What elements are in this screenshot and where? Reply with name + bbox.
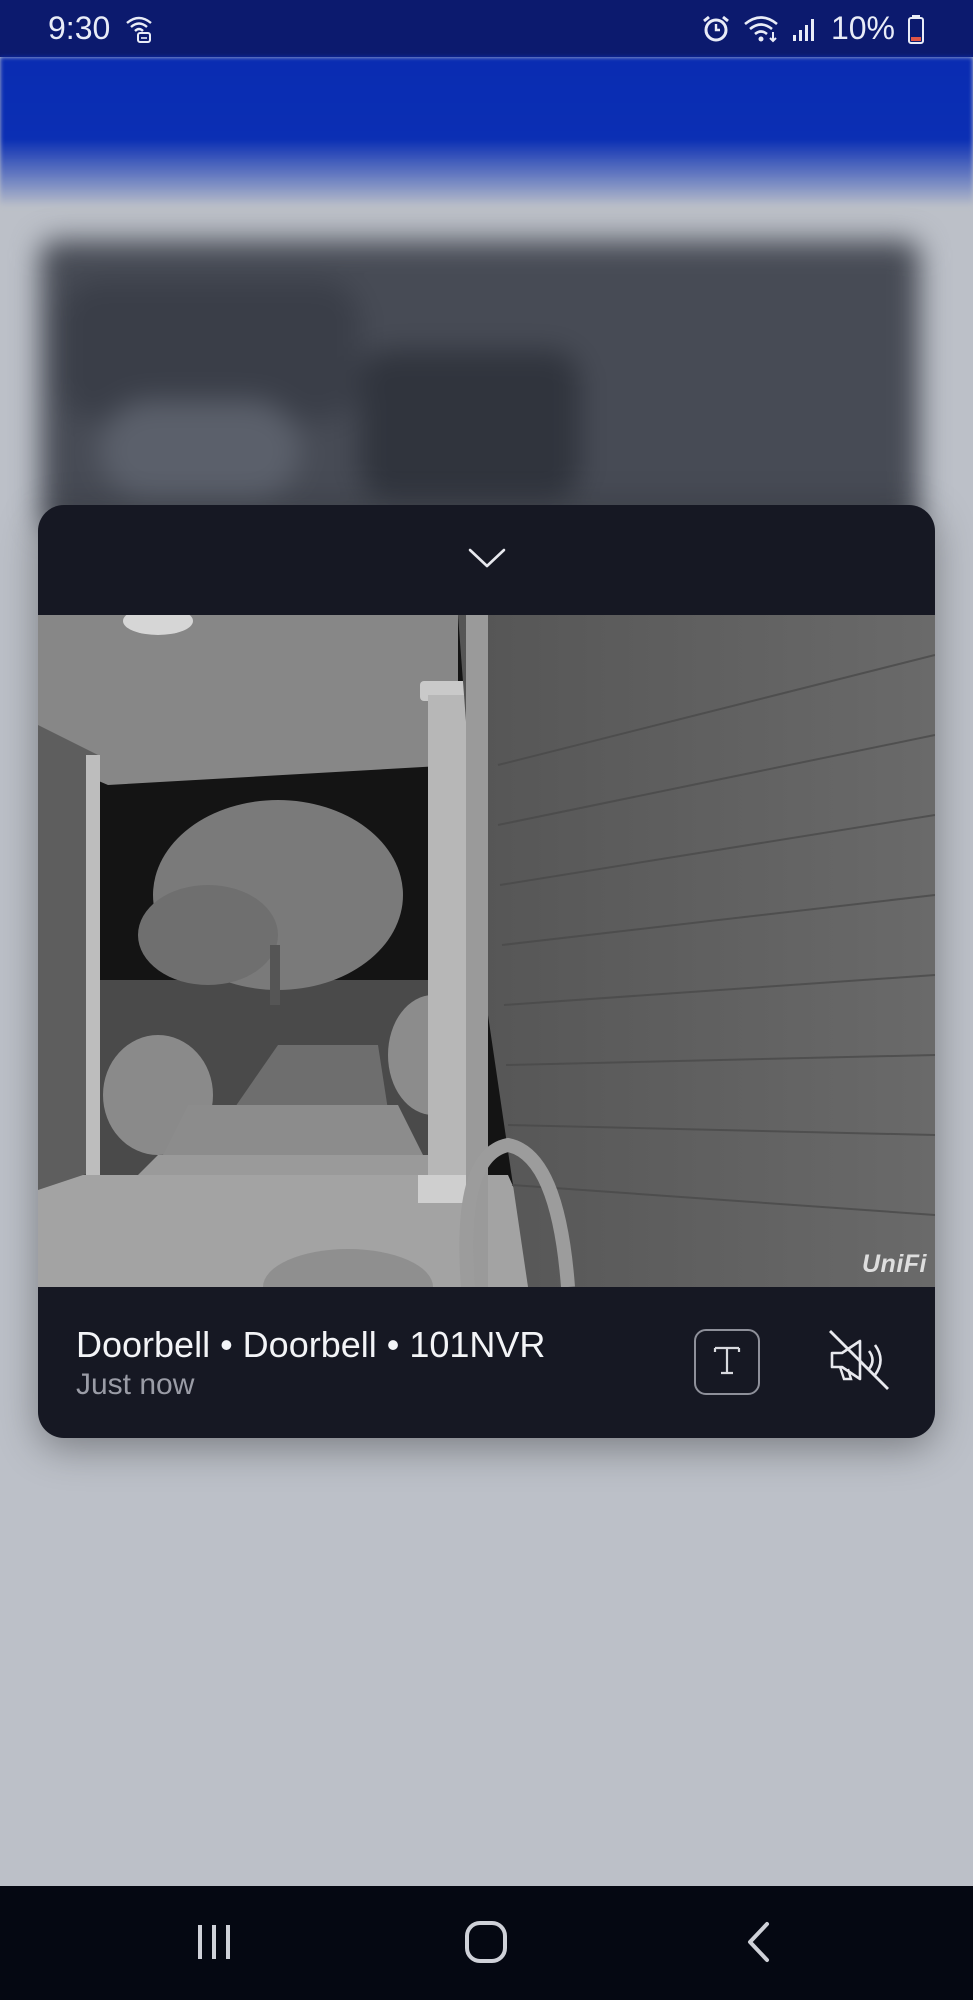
notification-footer: Doorbell • Doorbell • 101NVR Just now bbox=[38, 1287, 935, 1438]
navigation-bar bbox=[0, 1886, 973, 2000]
camera-snapshot[interactable]: UniFi bbox=[38, 615, 935, 1287]
notification-header bbox=[38, 505, 935, 615]
collapse-button[interactable] bbox=[457, 530, 517, 590]
status-left: 9:30 bbox=[48, 10, 154, 47]
unifi-watermark: UniFi bbox=[862, 1250, 927, 1278]
home-button[interactable] bbox=[456, 1914, 516, 1974]
notification-title: Doorbell • Doorbell • 101NVR bbox=[76, 1324, 546, 1365]
back-icon bbox=[743, 1920, 773, 1969]
notification-time: Just now bbox=[76, 1368, 195, 1401]
back-button[interactable] bbox=[728, 1914, 788, 1974]
speaker-muted-icon bbox=[824, 1325, 894, 1400]
recent-apps-button[interactable] bbox=[184, 1914, 244, 1974]
wifi-call-icon bbox=[124, 14, 154, 44]
status-bar: 9:30 10% bbox=[0, 0, 973, 57]
app-header-blurred bbox=[0, 57, 973, 207]
battery-low-icon bbox=[907, 14, 925, 44]
doorbell-camera-image bbox=[38, 615, 935, 1287]
home-icon bbox=[462, 1918, 510, 1971]
mute-button[interactable] bbox=[824, 1327, 894, 1397]
notification-text: Doorbell • Doorbell • 101NVR Just now bbox=[76, 1323, 545, 1403]
alarm-icon bbox=[701, 14, 731, 44]
background-card-blurred bbox=[40, 240, 920, 530]
chevron-down-icon bbox=[467, 546, 507, 575]
text-message-button[interactable] bbox=[694, 1329, 760, 1395]
signal-icon bbox=[791, 15, 819, 43]
battery-percent: 10% bbox=[830, 10, 895, 46]
status-right: 10% bbox=[701, 10, 925, 47]
recent-apps-icon bbox=[192, 1922, 236, 1967]
status-time: 9:30 bbox=[48, 10, 111, 46]
wifi-icon bbox=[743, 14, 779, 44]
doorbell-notification[interactable]: UniFi Doorbell • Doorbell • 101NVR Just … bbox=[38, 505, 935, 1438]
text-icon bbox=[707, 1340, 747, 1385]
